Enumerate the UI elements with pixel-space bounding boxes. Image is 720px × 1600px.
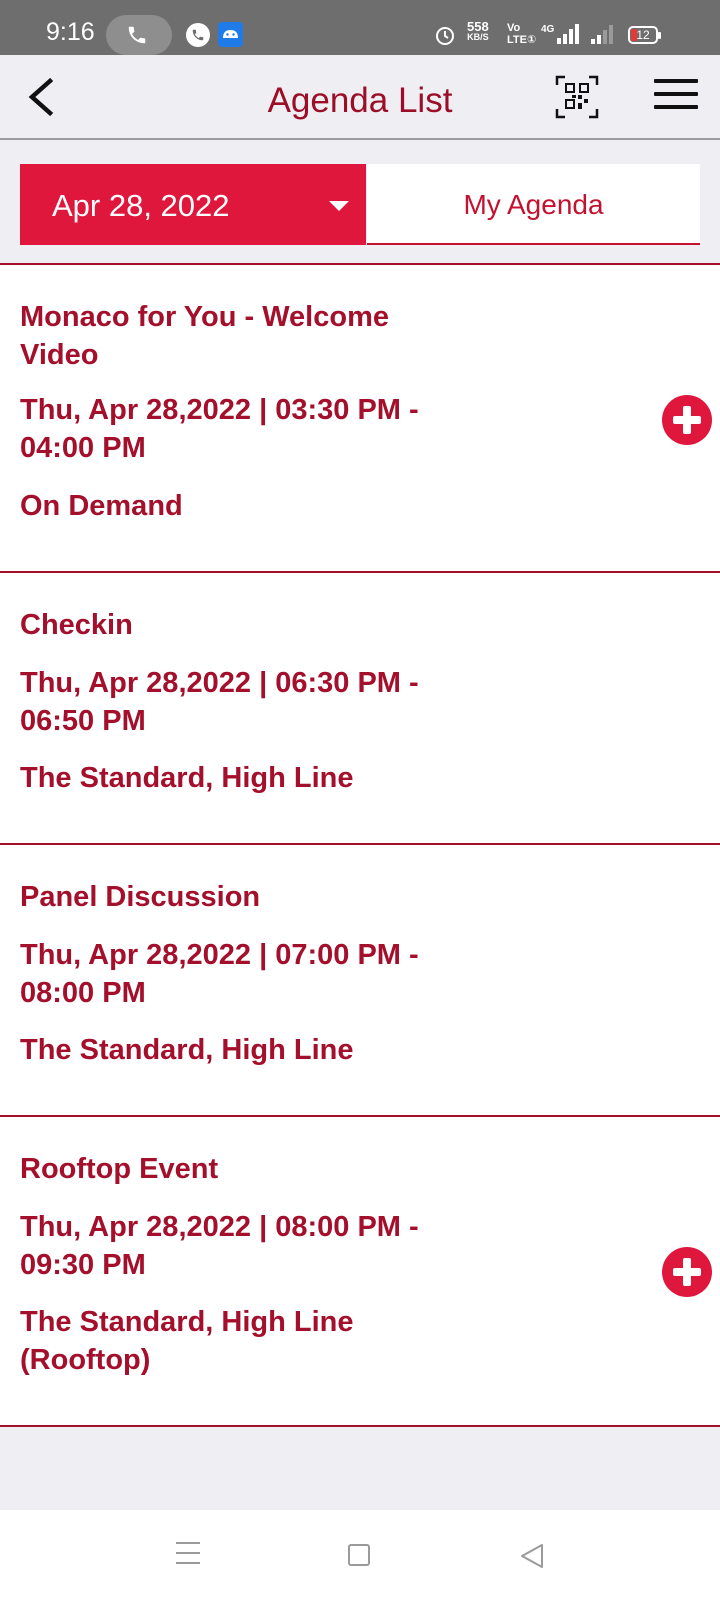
android-app-icon <box>218 22 243 47</box>
tab-my-agenda-label: My Agenda <box>463 189 604 220</box>
caret-down-icon <box>329 201 349 211</box>
system-nav-bar <box>0 1510 720 1600</box>
network-speed-value: 558 <box>467 19 489 34</box>
add-to-agenda-button[interactable] <box>662 1247 712 1297</box>
volte-indicator: Vo LTE① <box>507 22 536 46</box>
session-title: Checkin <box>20 609 133 641</box>
menu-button[interactable] <box>654 79 698 115</box>
phone-icon <box>128 26 146 44</box>
battery-level: 12 <box>636 28 650 42</box>
date-dropdown[interactable]: Apr 28, 2022 <box>20 164 366 245</box>
agenda-item[interactable]: Checkin Thu, Apr 28,2022 | 06:30 PM - 06… <box>0 573 720 845</box>
hamburger-line <box>654 105 698 109</box>
tab-my-agenda[interactable]: My Agenda <box>367 164 700 245</box>
app-header: Agenda List <box>0 55 720 140</box>
qr-code-icon <box>555 75 599 119</box>
back-triangle-icon[interactable] <box>518 1542 546 1570</box>
session-title: Monaco for You - Welcome Video <box>20 301 389 371</box>
hamburger-icon <box>654 79 698 83</box>
status-bar: 9:16 558 KB/S Vo LTE① 4G 12 <box>0 0 720 55</box>
volte-bottom: LTE① <box>507 34 537 46</box>
home-button[interactable] <box>348 1544 370 1566</box>
alarm-icon <box>436 27 454 45</box>
session-location: The Standard, High Line <box>20 762 354 794</box>
session-time: Thu, Apr 28,2022 | 07:00 PM - 08:00 PM <box>20 939 419 1009</box>
qr-scan-button[interactable] <box>555 75 599 119</box>
signal-sim2-icon <box>591 25 613 44</box>
selected-date: Apr 28, 2022 <box>52 188 230 223</box>
session-location: The Standard, High Line (Rooftop) <box>20 1306 354 1376</box>
network-speed-unit: KB/S <box>467 32 489 42</box>
add-to-agenda-button[interactable] <box>662 395 712 445</box>
hamburger-line <box>654 92 698 96</box>
session-title: Rooftop Event <box>20 1153 219 1185</box>
battery-icon: 12 <box>628 26 661 44</box>
volte-top: Vo <box>507 22 521 34</box>
agenda-item[interactable]: Panel Discussion Thu, Apr 28,2022 | 07:0… <box>0 845 720 1117</box>
session-location: The Standard, High Line <box>20 1034 354 1066</box>
ongoing-call-indicator[interactable] <box>106 15 172 55</box>
page-title: Agenda List <box>267 81 453 120</box>
recents-button[interactable] <box>176 1542 200 1572</box>
agenda-item[interactable]: Monaco for You - Welcome Video Thu, Apr … <box>0 265 720 573</box>
network-label: 4G <box>541 24 555 35</box>
network-speed: 558 KB/S <box>467 19 489 43</box>
agenda-list: Monaco for You - Welcome Video Thu, Apr … <box>0 263 720 1427</box>
session-time: Thu, Apr 28,2022 | 03:30 PM - 04:00 PM <box>20 394 419 464</box>
status-time: 9:16 <box>46 18 95 46</box>
session-location: On Demand <box>20 490 183 522</box>
signal-4g-icon: 4G <box>541 24 579 44</box>
whatsapp-call-icon <box>186 23 210 47</box>
session-time: Thu, Apr 28,2022 | 08:00 PM - 09:30 PM <box>20 1211 419 1281</box>
session-title: Panel Discussion <box>20 881 261 913</box>
session-time: Thu, Apr 28,2022 | 06:30 PM - 06:50 PM <box>20 667 419 737</box>
agenda-item[interactable]: Rooftop Event Thu, Apr 28,2022 | 08:00 P… <box>0 1117 720 1427</box>
